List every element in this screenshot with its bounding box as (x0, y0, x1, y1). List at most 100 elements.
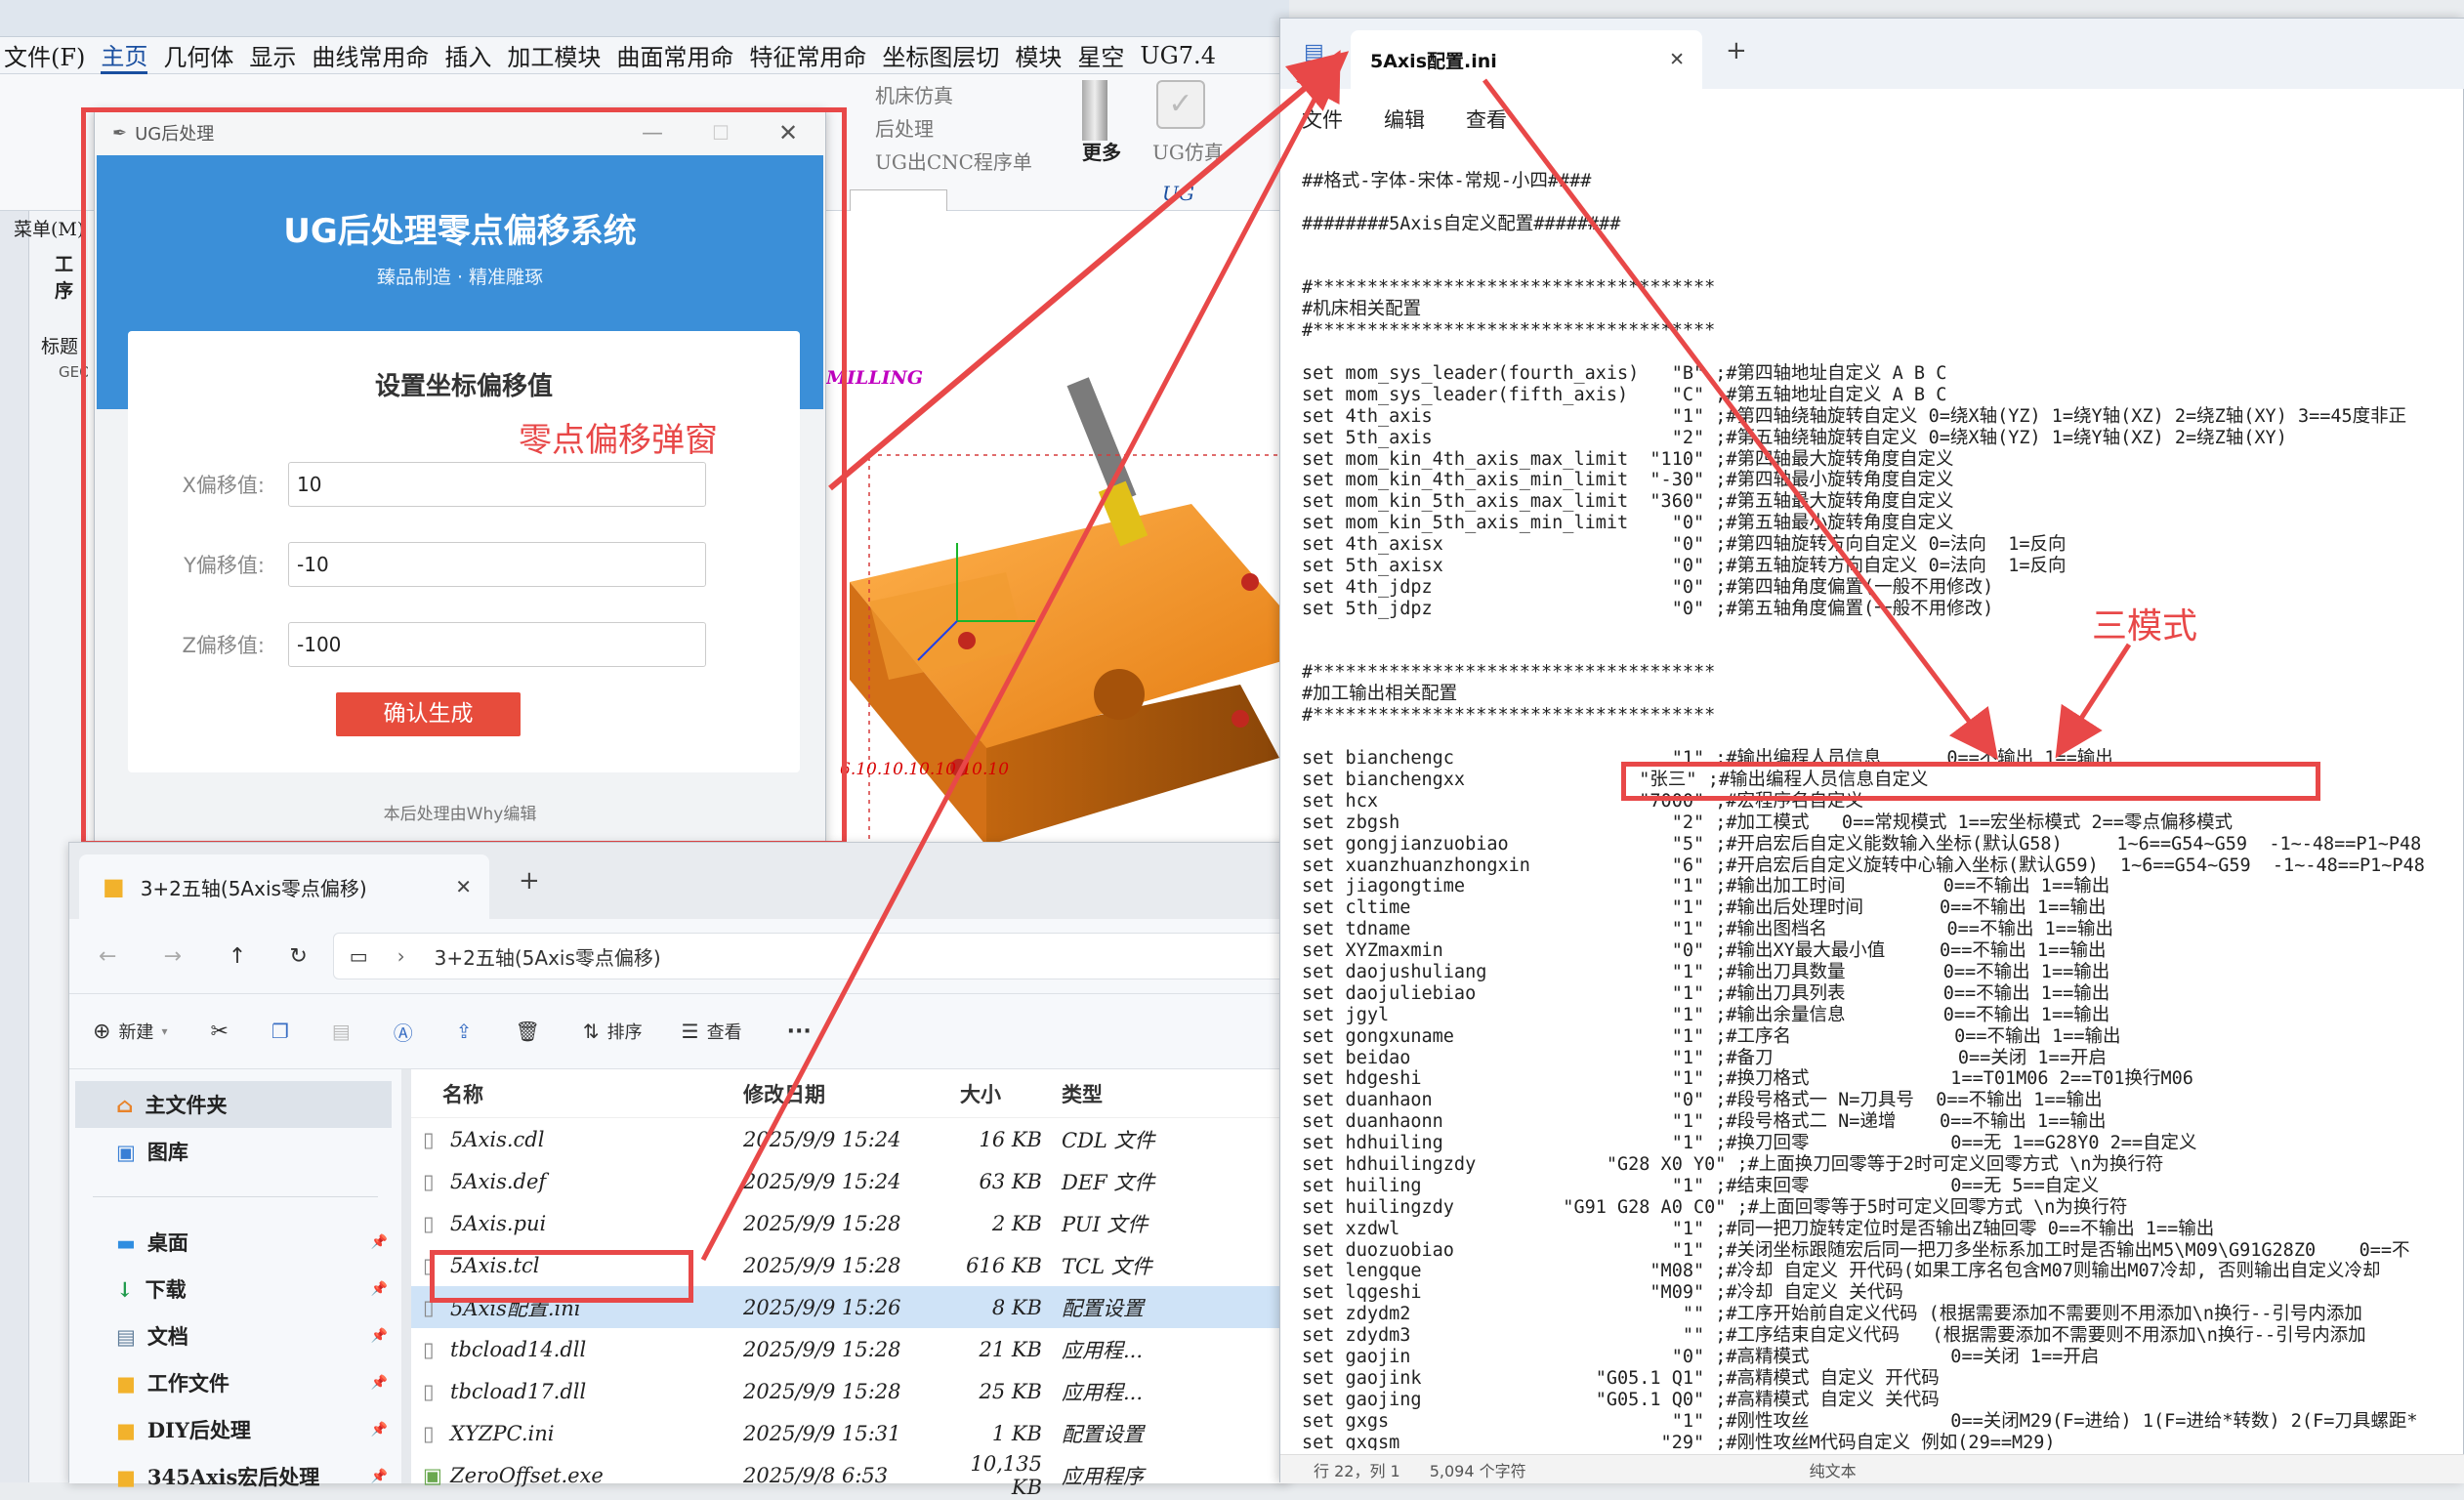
file-name: ZeroOffset.exe (450, 1463, 604, 1487)
notepad-tab[interactable]: 5Axis配置.ini ✕ (1351, 30, 1702, 89)
sidebar-item-gallery[interactable]: ▣ 图库 (69, 1128, 401, 1175)
copy-icon[interactable]: ❐ (271, 1020, 289, 1043)
file-icon: ▯ (423, 1379, 435, 1403)
folder-icon: ■ (116, 1370, 136, 1396)
gallery-icon: ▣ (116, 1139, 136, 1164)
menu-insert[interactable]: 插入 (444, 38, 491, 72)
notepad-icon: ▤ (1304, 40, 1324, 64)
delete-icon[interactable]: 🗑 (516, 1020, 540, 1043)
ribbon-ug[interactable]: UG (1162, 182, 1194, 205)
menu-edit[interactable]: 编辑 (1384, 104, 1425, 134)
editor-line: set XYZmaxmin "0" ;#输出XY最大最小值 0==不输出 1==… (1302, 940, 2107, 962)
sort-button[interactable]: 排序 (607, 1019, 643, 1044)
new-tab-button[interactable]: + (1726, 36, 1747, 65)
sidebar-item-home[interactable]: ⌂ 主文件夹 (75, 1081, 392, 1128)
forward-icon[interactable]: → (163, 944, 181, 969)
file-type: TCL 文件 (1062, 1254, 1152, 1278)
ribbon-cnc-list[interactable]: UG出CNC程序单 (875, 146, 1032, 175)
column-name[interactable]: 名称 (411, 1079, 743, 1108)
ribbon-ug-sim[interactable]: UG仿真 (1152, 137, 1224, 165)
file-date: 2025/9/9 15:28 (743, 1337, 901, 1361)
tab-close-icon[interactable]: ✕ (455, 875, 472, 898)
file-row[interactable]: ▯ 5Axis.cdl 2025/9/9 15:24 16 KB CDL 文件 (411, 1118, 1290, 1160)
sidebar-item-documents[interactable]: ▤ 文档 📌 (69, 1312, 401, 1359)
file-size: 10,135 KB (970, 1451, 1042, 1499)
menu-coord[interactable]: 坐标图层切 (882, 38, 999, 72)
file-name: 5Axis.def (450, 1169, 547, 1193)
editor-line: set mom_kin_4th_axis_min_limit "-30" ;#第… (1302, 470, 1954, 491)
menu-machining[interactable]: 加工模块 (507, 38, 601, 72)
menu-feature[interactable]: 特征常用命 (749, 38, 866, 72)
share-icon[interactable]: ⇪ (456, 1020, 473, 1043)
menu-xingkong[interactable]: 星空 (1077, 38, 1124, 72)
column-size[interactable]: 大小 (960, 1079, 1062, 1108)
up-icon[interactable]: ↑ (229, 944, 246, 969)
explorer-tab[interactable]: ■ 3+2五轴(5Axis零点偏移) ✕ (79, 854, 489, 919)
menu-module[interactable]: 模块 (1015, 38, 1062, 72)
notepad-tab-title: 5Axis配置.ini (1370, 50, 1497, 72)
file-name: tbcload14.dll (450, 1337, 587, 1361)
new-button[interactable]: 新建 (118, 1019, 153, 1044)
ribbon-machine-sim[interactable]: 机床仿真 (875, 80, 953, 108)
pin-icon: 📌 (370, 1281, 388, 1297)
menu-file[interactable]: 文件(F) (4, 38, 85, 72)
explorer-addressbar: ← → ↑ ↻ ▭ › 3+2五轴(5Axis零点偏移) (69, 919, 1290, 993)
refresh-icon[interactable]: ↻ (289, 944, 307, 969)
file-row[interactable]: ▯ 5Axis.pui 2025/9/9 15:28 2 KB PUI 文件 (411, 1202, 1290, 1244)
editor-line: #************************************* (1302, 662, 1716, 684)
new-tab-button[interactable]: + (519, 866, 540, 896)
menu-ug74[interactable]: UG7.4 (1140, 42, 1216, 69)
file-type: 应用程... (1062, 1380, 1144, 1404)
file-date: 2025/9/9 15:28 (743, 1253, 901, 1277)
file-date: 2025/9/9 15:24 (743, 1169, 901, 1193)
column-type[interactable]: 类型 (1062, 1079, 1179, 1108)
breadcrumb-chevron-icon: › (397, 944, 405, 968)
file-row[interactable]: ▣ ZeroOffset.exe 2025/9/8 6:53 10,135 KB 应用程… (411, 1451, 1290, 1499)
file-row[interactable]: ▯ tbcload17.dll 2025/9/9 15:28 25 KB 应用程... (411, 1370, 1290, 1412)
explorer-toolbar: ⊕ 新建 ▾ ✂ ❐ ▤ Ⓐ ⇪ 🗑 ⇅ 排序 ☰ 查看 ··· (69, 993, 1290, 1069)
notepad-editor[interactable]: ##格式-字体-宋体-常规-小四#### ########5Axis自定义配置##… (1302, 171, 2464, 1450)
sidebar-item-345axis[interactable]: ■ 345Axis宏后处理 📌 (69, 1453, 401, 1500)
view-button[interactable]: 查看 (707, 1019, 742, 1044)
menu-geometry[interactable]: 几何体 (163, 38, 233, 72)
file-type: CDL 文件 (1062, 1128, 1155, 1152)
editor-line: set mom_sys_leader(fifth_axis) "C" ;#第五轴… (1302, 384, 1947, 405)
menu-home[interactable]: 主页 (101, 37, 148, 74)
address-field[interactable]: ▭ › 3+2五轴(5Axis零点偏移) (332, 933, 1290, 979)
ribbon-postprocess[interactable]: 后处理 (875, 113, 934, 142)
sidebar-item-downloads[interactable]: ↓ 下载 📌 (69, 1266, 401, 1312)
sidebar-item-desktop[interactable]: ▬ 桌面 📌 (69, 1219, 401, 1266)
file-row[interactable]: ▯ 5Axis.def 2025/9/9 15:24 63 KB DEF 文件 (411, 1160, 1290, 1202)
file-size: 16 KB (979, 1127, 1042, 1151)
notepad-tabbar: ▤ 5Axis配置.ini ✕ + (1280, 19, 2464, 89)
menu-view[interactable]: 查看 (1466, 104, 1507, 134)
editor-line: set mom_kin_4th_axis_max_limit "110" ;#第… (1302, 448, 1954, 470)
sidebar-item-work-files[interactable]: ■ 工作文件 📌 (69, 1359, 401, 1406)
more-options-icon[interactable]: ··· (787, 1020, 812, 1044)
ini-file-highlight-box (430, 1250, 693, 1303)
editor-line: set duanhaonn "1" ;#段号格式二 N=递增 0==不输出 1=… (1302, 1111, 2107, 1133)
file-size: 2 KB (991, 1211, 1042, 1235)
editor-line: set gaojin "0" ;#高精模式 0==关闭 1==开启 (1302, 1346, 2100, 1367)
menu-file[interactable]: 文件 (1302, 104, 1343, 134)
file-list-header: 名称 修改日期 大小 类型 (411, 1069, 1290, 1118)
sidebar-scrollbar[interactable] (401, 1069, 411, 1483)
ribbon-more[interactable]: 更多 (1082, 137, 1121, 165)
tab-close-icon[interactable]: ✕ (1669, 49, 1685, 70)
file-type: 应用程... (1062, 1338, 1144, 1362)
back-icon[interactable]: ← (99, 944, 116, 969)
status-format: 纯文本 (1809, 1461, 1857, 1480)
file-row[interactable]: ▯ tbcload14.dll 2025/9/9 15:28 21 KB 应用程... (411, 1328, 1290, 1370)
sidebar-item-diy[interactable]: ■ DIY后处理 📌 (69, 1406, 401, 1453)
file-date: 2025/9/9 15:28 (743, 1379, 901, 1403)
rename-icon[interactable]: Ⓐ (394, 1018, 413, 1046)
editor-line: set zdydm3 "" ;#工序结束自定义代码 (根据需要添加不需要则不用添… (1302, 1325, 2366, 1347)
menu-display[interactable]: 显示 (249, 38, 296, 72)
file-row[interactable]: ▯ XYZPC.ini 2025/9/9 15:31 1 KB 配置设置 (411, 1412, 1290, 1454)
column-date[interactable]: 修改日期 (743, 1079, 960, 1108)
menu-curve[interactable]: 曲线常用命 (312, 38, 429, 72)
cut-icon[interactable]: ✂ (210, 1020, 228, 1044)
menu-surface[interactable]: 曲面常用命 (616, 38, 733, 72)
nav-menu[interactable]: 菜单(M) (14, 215, 84, 241)
paste-icon[interactable]: ▤ (332, 1020, 351, 1043)
